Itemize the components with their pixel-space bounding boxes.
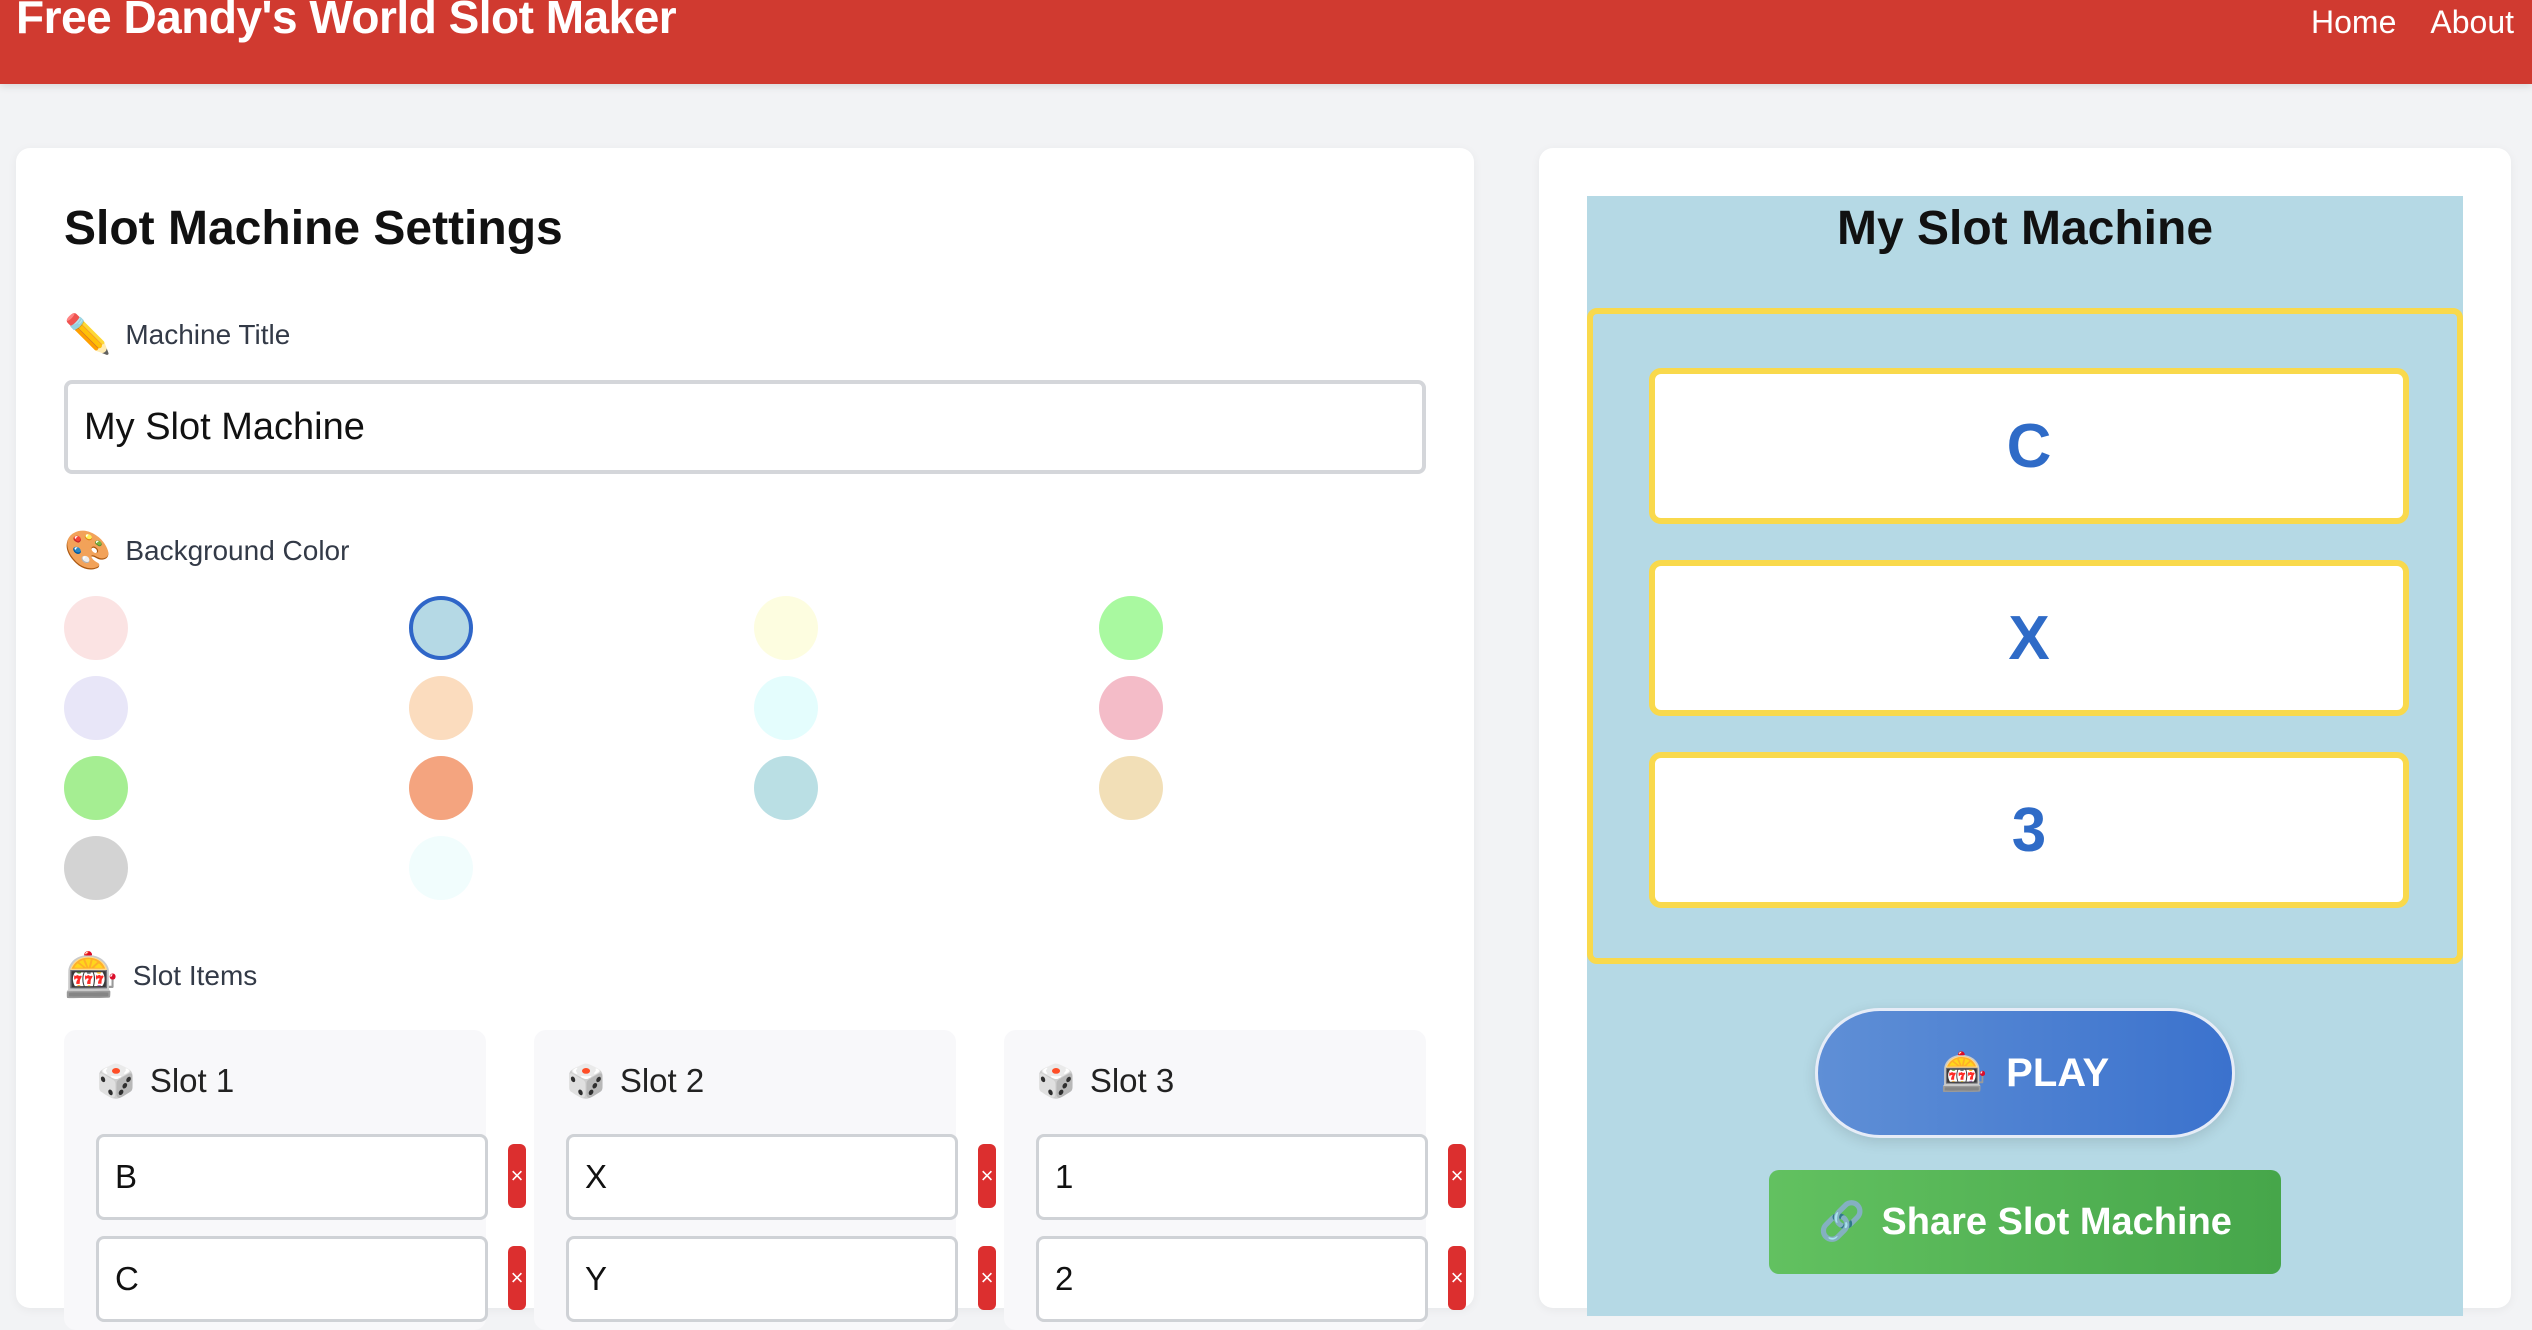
machine-title-input[interactable]	[64, 380, 1426, 474]
color-swatch[interactable]	[409, 596, 473, 660]
color-swatch[interactable]	[754, 756, 818, 820]
slot-machine-preview: My Slot Machine C X 3 🎰 PLAY 🔗 Share Slo…	[1587, 196, 2463, 1316]
preview-panel: My Slot Machine C X 3 🎰 PLAY 🔗 Share Slo…	[1539, 148, 2511, 1316]
delete-item-button[interactable]: ×	[978, 1144, 996, 1208]
color-swatch[interactable]	[1099, 756, 1163, 820]
delete-item-button[interactable]: ×	[978, 1246, 996, 1310]
delete-item-button[interactable]: ×	[508, 1246, 526, 1310]
reel-frame: C X 3	[1587, 308, 2463, 964]
dice-icon: 🎲	[566, 1062, 606, 1099]
color-swatch[interactable]	[64, 676, 128, 740]
color-swatch[interactable]	[1099, 676, 1163, 740]
share-label: Share Slot Machine	[1881, 1200, 2232, 1243]
slot-items-label: Slot Items	[132, 960, 258, 991]
machine-title-label-row: ✏️ Machine Title	[64, 316, 290, 354]
slot-header: 🎲 Slot 2	[566, 1064, 704, 1097]
color-swatch[interactable]	[409, 836, 473, 900]
play-label: PLAY	[2006, 1050, 2110, 1095]
pencil-icon: ✏️	[64, 314, 112, 356]
reel-2: X	[1649, 560, 2409, 716]
slot-item-input[interactable]	[1036, 1134, 1428, 1220]
dice-icon: 🎲	[1036, 1062, 1076, 1099]
delete-item-button[interactable]: ×	[1448, 1246, 1466, 1310]
settings-title: Slot Machine Settings	[64, 202, 563, 255]
settings-panel: Slot Machine Settings ✏️ Machine Title 🎨…	[16, 148, 1474, 1330]
slot-item-input[interactable]	[1036, 1236, 1428, 1322]
color-swatch[interactable]	[64, 836, 128, 900]
slot-column-1: 🎲 Slot 1 × ×	[64, 1030, 526, 1330]
nav-home-link[interactable]: Home	[2311, 2, 2396, 42]
slot-column-3: 🎲 Slot 3 × ×	[1004, 1030, 1466, 1330]
color-swatch[interactable]	[409, 676, 473, 740]
top-navbar: Free Dandy's World Slot Maker Home About	[0, 0, 2532, 84]
slot-name: Slot 3	[1089, 1062, 1175, 1099]
color-swatch[interactable]	[754, 676, 818, 740]
play-button[interactable]: 🎰 PLAY	[1815, 1008, 2235, 1138]
preview-title: My Slot Machine	[1836, 202, 2214, 255]
slot-header: 🎲 Slot 3	[1036, 1064, 1174, 1097]
slot-item-input[interactable]	[566, 1236, 958, 1322]
color-swatch[interactable]	[1099, 596, 1163, 660]
reel-1: C	[1649, 368, 2409, 524]
slot-item-input[interactable]	[96, 1134, 488, 1220]
slot-column-2: 🎲 Slot 2 × ×	[534, 1030, 996, 1330]
slot-item-input[interactable]	[566, 1134, 958, 1220]
color-swatch[interactable]	[409, 756, 473, 820]
share-slot-machine-button[interactable]: 🔗 Share Slot Machine	[1769, 1170, 2281, 1274]
slot-item-input[interactable]	[96, 1236, 488, 1322]
slot-name: Slot 2	[619, 1062, 705, 1099]
slot-items-label-row: 🎰 Slot Items	[64, 954, 257, 998]
color-swatch[interactable]	[64, 756, 128, 820]
slot-machine-icon: 🎰	[64, 951, 119, 1000]
link-icon: 🔗	[1818, 1201, 1866, 1243]
nav-about-link[interactable]: About	[2430, 2, 2514, 42]
slot-machine-icon: 🎰	[1940, 1052, 1989, 1094]
background-color-label-row: 🎨 Background Color	[64, 532, 349, 570]
nav-links: Home About	[2311, 2, 2514, 42]
slot-header: 🎲 Slot 1	[96, 1064, 234, 1097]
background-color-label: Background Color	[125, 535, 350, 566]
delete-item-button[interactable]: ×	[1448, 1144, 1466, 1208]
site-title[interactable]: Free Dandy's World Slot Maker	[16, 0, 677, 45]
color-swatch[interactable]	[754, 596, 818, 660]
dice-icon: 🎲	[96, 1062, 136, 1099]
slot-name: Slot 1	[149, 1062, 235, 1099]
color-swatch[interactable]	[64, 596, 128, 660]
reel-3: 3	[1649, 752, 2409, 908]
palette-icon: 🎨	[64, 530, 112, 572]
delete-item-button[interactable]: ×	[508, 1144, 526, 1208]
machine-title-label: Machine Title	[125, 319, 291, 350]
